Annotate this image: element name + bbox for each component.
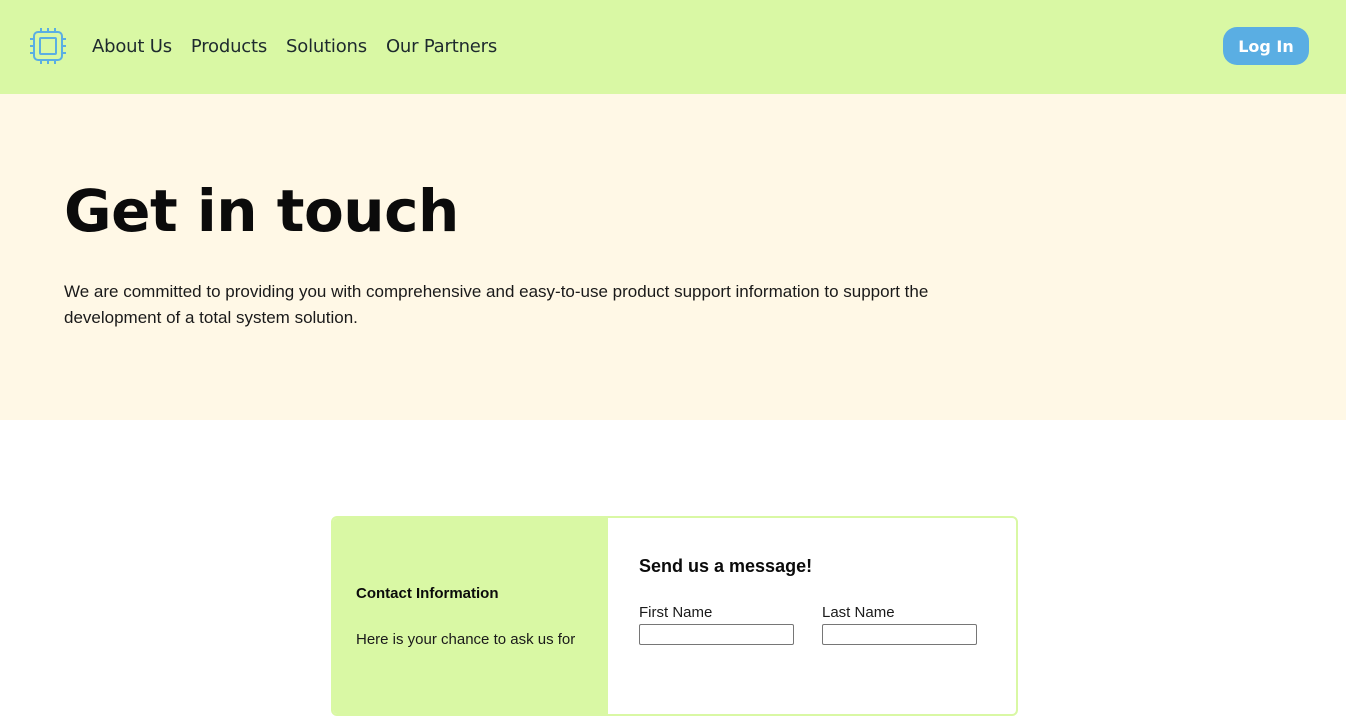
first-name-field[interactable] [639,624,794,645]
nav-link-solutions[interactable]: Solutions [286,36,367,58]
message-form-title: Send us a message! [639,556,813,576]
page-title: Get in touch [64,177,459,245]
hero-section: Get in touch We are committed to providi… [0,94,1346,420]
nav-link-about-us[interactable]: About Us [92,36,172,58]
main-nav: About Us Products Solutions Our Partners [92,36,516,58]
top-navbar: About Us Products Solutions Our Partners… [0,0,1346,94]
nav-link-products[interactable]: Products [191,36,267,58]
contact-card: Contact Information Here is your chance … [331,516,1018,716]
contact-info-title: Contact Information [356,585,499,602]
first-name-label: First Name [639,604,713,621]
hero-description: We are committed to providing you with c… [64,282,929,327]
nav-link-our-partners[interactable]: Our Partners [386,36,497,58]
login-button[interactable]: Log In [1223,27,1309,65]
chip-icon[interactable] [29,27,67,65]
contact-info-text: Here is your chance to ask us for [356,631,576,648]
contact-info-panel: Contact Information Here is your chance … [333,518,608,714]
last-name-label: Last Name [822,604,895,621]
last-name-field[interactable] [822,624,977,645]
